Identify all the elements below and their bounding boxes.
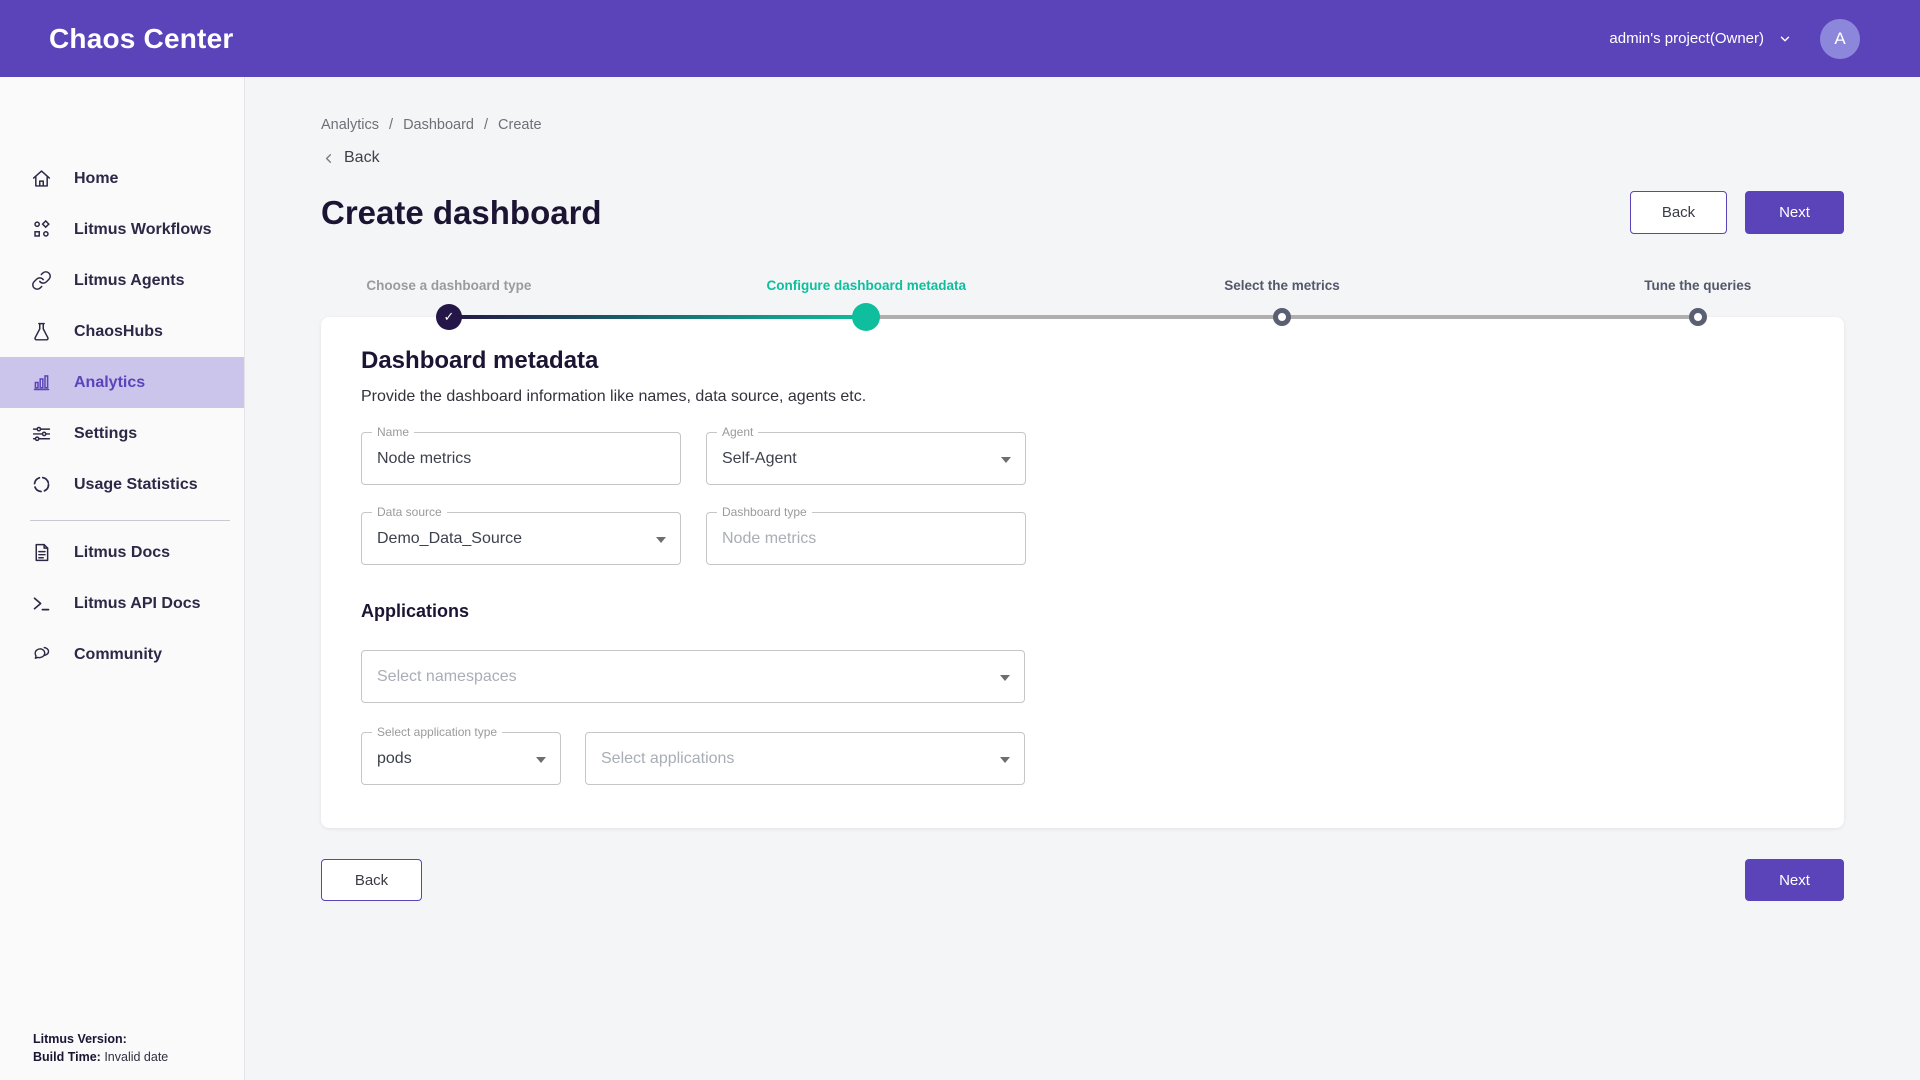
chevron-left-icon bbox=[321, 151, 336, 166]
stepper: Choose a dashboard type Configure dashbo… bbox=[321, 278, 1844, 295]
bar-chart-icon bbox=[30, 372, 52, 394]
step-dot-active bbox=[852, 303, 880, 331]
sidebar-item-label: Analytics bbox=[74, 374, 145, 392]
application-type-select[interactable]: Select application type pods bbox=[361, 732, 561, 785]
workflows-icon bbox=[30, 219, 52, 241]
link-icon bbox=[30, 270, 52, 292]
sidebar-item-community[interactable]: Community bbox=[0, 629, 244, 680]
data-source-value: Demo_Data_Source bbox=[377, 530, 522, 548]
version-label: Litmus Version: bbox=[33, 1032, 127, 1046]
version-info: Litmus Version: Build Time: Invalid date bbox=[33, 1030, 168, 1066]
sidebar-item-litmus-docs[interactable]: Litmus Docs bbox=[0, 527, 244, 578]
step-label-choose-dashboard-type: Choose a dashboard type bbox=[366, 278, 531, 293]
sidebar-item-label: ChaosHubs bbox=[74, 323, 163, 341]
breadcrumb-analytics[interactable]: Analytics bbox=[321, 117, 379, 133]
community-icon bbox=[30, 644, 52, 666]
avatar[interactable]: A bbox=[1820, 19, 1860, 59]
sidebar-item-label: Community bbox=[74, 646, 162, 664]
dashboard-type-field[interactable]: Dashboard type bbox=[706, 512, 1026, 565]
flask-icon bbox=[30, 321, 52, 343]
step-label-configure-dashboard-metadata: Configure dashboard metadata bbox=[766, 278, 966, 293]
chevron-down-icon bbox=[1778, 32, 1792, 46]
breadcrumb-create[interactable]: Create bbox=[498, 117, 542, 133]
stepper-connector-3 bbox=[1282, 315, 1698, 319]
breadcrumb-separator: / bbox=[389, 117, 393, 133]
namespaces-placeholder: Select namespaces bbox=[377, 668, 517, 686]
usage-statistics-icon bbox=[30, 474, 52, 496]
form-subheading: Provide the dashboard information like n… bbox=[361, 388, 1804, 406]
step-dot-pending bbox=[1689, 308, 1707, 326]
sidebar-item-label: Litmus API Docs bbox=[74, 595, 201, 613]
sidebar-item-label: Home bbox=[74, 170, 118, 188]
agent-select-label: Agent bbox=[717, 425, 758, 439]
namespaces-select[interactable]: Select namespaces bbox=[361, 650, 1025, 703]
step-label-tune-the-queries: Tune the queries bbox=[1644, 278, 1751, 293]
next-button-top[interactable]: Next bbox=[1745, 191, 1844, 234]
dashboard-metadata-card: ✓ Dashboard metadata Provide the dashboa… bbox=[321, 317, 1844, 828]
dropdown-arrow-icon bbox=[656, 537, 666, 543]
application-type-label: Select application type bbox=[372, 725, 502, 739]
dropdown-arrow-icon bbox=[536, 757, 546, 763]
sidebar-item-home[interactable]: Home bbox=[0, 153, 244, 204]
applications-select[interactable]: Select applications bbox=[585, 732, 1025, 785]
main-content: Analytics / Dashboard / Create Back Crea… bbox=[245, 77, 1920, 1080]
step-dot-completed: ✓ bbox=[436, 304, 462, 330]
breadcrumb: Analytics / Dashboard / Create bbox=[321, 117, 1844, 133]
dropdown-arrow-icon bbox=[1001, 457, 1011, 463]
next-button-bottom[interactable]: Next bbox=[1745, 859, 1844, 901]
agent-select[interactable]: Agent Self-Agent bbox=[706, 432, 1026, 485]
document-icon bbox=[30, 542, 52, 564]
applications-placeholder: Select applications bbox=[601, 750, 734, 768]
dashboard-type-label: Dashboard type bbox=[717, 505, 812, 519]
sidebar-item-label: Usage Statistics bbox=[74, 476, 198, 494]
sidebar-item-usage-statistics[interactable]: Usage Statistics bbox=[0, 459, 244, 510]
back-link[interactable]: Back bbox=[321, 149, 401, 167]
dropdown-arrow-icon bbox=[1000, 757, 1010, 763]
build-time-label: Build Time: bbox=[33, 1050, 101, 1064]
sidebar-item-settings[interactable]: Settings bbox=[0, 408, 244, 459]
terminal-icon bbox=[30, 593, 52, 615]
home-icon bbox=[30, 168, 52, 190]
data-source-select[interactable]: Data source Demo_Data_Source bbox=[361, 512, 681, 565]
build-time-value: Invalid date bbox=[104, 1050, 168, 1064]
sidebar-item-label: Litmus Docs bbox=[74, 544, 170, 562]
step-label-select-the-metrics: Select the metrics bbox=[1224, 278, 1340, 293]
sidebar-item-label: Litmus Agents bbox=[74, 272, 185, 290]
breadcrumb-dashboard[interactable]: Dashboard bbox=[403, 117, 474, 133]
sidebar-item-label: Litmus Workflows bbox=[74, 221, 212, 239]
step-dot-pending bbox=[1273, 308, 1291, 326]
back-button-top[interactable]: Back bbox=[1630, 191, 1727, 234]
data-source-label: Data source bbox=[372, 505, 447, 519]
dropdown-arrow-icon bbox=[1000, 675, 1010, 681]
form-heading: Dashboard metadata bbox=[361, 347, 1804, 375]
project-label: admin's project(Owner) bbox=[1609, 30, 1764, 47]
sidebar-item-chaoshubs[interactable]: ChaosHubs bbox=[0, 306, 244, 357]
sidebar-item-label: Settings bbox=[74, 425, 137, 443]
sidebar: Home Litmus Workflows Litmus Agents Chao… bbox=[0, 77, 245, 1080]
applications-heading: Applications bbox=[361, 601, 1804, 622]
stepper-connector-2 bbox=[866, 315, 1282, 319]
back-link-label: Back bbox=[344, 149, 380, 167]
sidebar-item-litmus-workflows[interactable]: Litmus Workflows bbox=[0, 204, 244, 255]
project-selector[interactable]: admin's project(Owner) bbox=[1609, 30, 1792, 47]
stepper-connector-1 bbox=[449, 315, 866, 319]
dashboard-type-input[interactable] bbox=[722, 530, 1010, 548]
sliders-icon bbox=[30, 423, 52, 445]
name-input[interactable] bbox=[377, 450, 665, 468]
sidebar-item-litmus-api-docs[interactable]: Litmus API Docs bbox=[0, 578, 244, 629]
breadcrumb-separator: / bbox=[484, 117, 488, 133]
name-field-label: Name bbox=[372, 425, 414, 439]
app-title: Chaos Center bbox=[49, 23, 233, 55]
app-header: Chaos Center admin's project(Owner) A bbox=[0, 0, 1920, 77]
page-title: Create dashboard bbox=[321, 194, 602, 232]
application-type-value: pods bbox=[377, 750, 412, 768]
agent-select-value: Self-Agent bbox=[722, 450, 797, 468]
sidebar-item-analytics[interactable]: Analytics bbox=[0, 357, 244, 408]
stepper-track: ✓ bbox=[321, 303, 1844, 331]
sidebar-item-litmus-agents[interactable]: Litmus Agents bbox=[0, 255, 244, 306]
sidebar-divider bbox=[30, 520, 230, 521]
back-button-bottom[interactable]: Back bbox=[321, 859, 422, 901]
name-field[interactable]: Name bbox=[361, 432, 681, 485]
